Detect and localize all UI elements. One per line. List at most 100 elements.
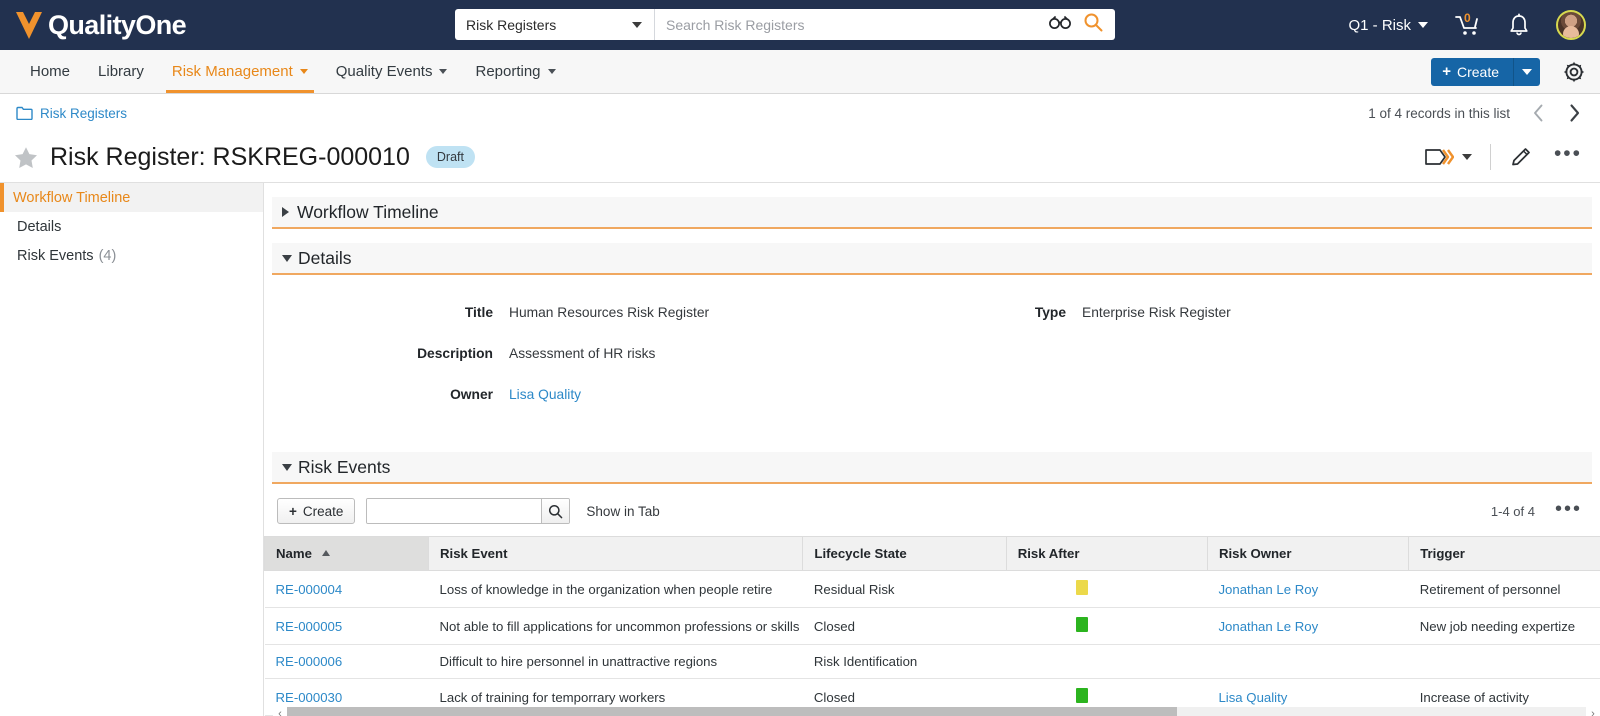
domain-selector[interactable]: Q1 - Risk — [1348, 17, 1428, 34]
section-header-risk-events[interactable]: Risk Events — [272, 452, 1592, 484]
section-sidebar: Workflow Timeline Details Risk Events (4… — [0, 183, 264, 716]
risk-event-link[interactable]: RE-000004 — [276, 582, 343, 597]
domain-label: Q1 - Risk — [1348, 16, 1411, 34]
field-value-link[interactable]: Lisa Quality — [509, 387, 581, 402]
nav-right-actions: + Create — [1431, 50, 1586, 93]
user-menu[interactable] — [1556, 10, 1586, 40]
create-risk-event-button[interactable]: + Create — [277, 498, 356, 524]
column-header-lifecycle-state[interactable]: Lifecycle State — [802, 536, 1007, 571]
risk-event-link[interactable]: RE-000006 — [276, 654, 343, 669]
cell-name[interactable]: RE-000005 — [264, 607, 429, 645]
cell-risk-owner[interactable] — [1207, 644, 1409, 679]
table-row: RE-000005 Not able to fill applications … — [264, 607, 1600, 645]
notifications-button[interactable] — [1508, 13, 1530, 37]
nav-label: Risk Management — [171, 63, 293, 80]
cell-risk-event: Difficult to hire personnel in unattract… — [428, 644, 803, 679]
risk-owner-link[interactable]: Jonathan Le Roy — [1218, 619, 1318, 634]
column-header-risk-event[interactable]: Risk Event — [428, 536, 804, 571]
details-left-column: Title Human Resources Risk Register Desc… — [264, 305, 932, 428]
breadcrumb[interactable]: Risk Registers — [16, 106, 127, 121]
sidebar-item-label: Details — [17, 218, 62, 235]
cart-button[interactable]: 0 — [1454, 11, 1482, 37]
field-value: Human Resources Risk Register — [509, 305, 710, 320]
search-icon[interactable] — [1083, 12, 1103, 37]
main-navigation: Home Library Risk Management Quality Eve… — [0, 50, 1600, 94]
edit-record-button[interactable] — [1509, 145, 1533, 169]
risk-owner-link[interactable]: Lisa Quality — [1218, 690, 1287, 705]
create-dropdown-button[interactable] — [1514, 57, 1540, 86]
plus-icon: + — [289, 503, 297, 519]
nav-item-library[interactable]: Library — [84, 50, 158, 93]
nav-item-risk-management[interactable]: Risk Management — [158, 50, 322, 93]
app-logo-text: QualityOne — [48, 9, 187, 40]
section-header-workflow-timeline[interactable]: Workflow Timeline — [272, 197, 1592, 229]
sidebar-item-risk-events[interactable]: Risk Events (4) — [0, 241, 263, 270]
nav-label: Quality Events — [335, 63, 433, 80]
scrollbar-track[interactable] — [287, 707, 1586, 716]
field-description: Description Assessment of HR risks — [264, 346, 932, 361]
risk-events-search-input[interactable] — [367, 499, 542, 523]
search-input[interactable] — [666, 16, 1049, 33]
app-logo[interactable]: QualityOne — [0, 9, 187, 41]
cell-name[interactable]: RE-000004 — [264, 570, 429, 608]
cell-lifecycle-state: Residual Risk — [802, 570, 1007, 608]
section-header-details[interactable]: Details — [272, 243, 1592, 275]
field-label: Description — [417, 346, 493, 361]
cell-name[interactable]: RE-000006 — [264, 644, 429, 679]
global-search: Risk Registers — [455, 9, 1115, 40]
scrollbar-thumb[interactable] — [287, 707, 1177, 716]
cell-risk-owner[interactable]: Jonathan Le Roy — [1207, 570, 1409, 608]
scroll-right-icon[interactable]: › — [1586, 708, 1600, 716]
content-area: Workflow Timeline Details Risk Events (4… — [0, 182, 1600, 716]
risk-event-link[interactable]: RE-000005 — [276, 619, 343, 634]
previous-record-button[interactable] — [1530, 103, 1546, 123]
search-scope-dropdown[interactable]: Risk Registers — [455, 9, 655, 40]
section-title: Risk Events — [298, 456, 391, 477]
risk-owner-link[interactable]: Jonathan Le Roy — [1218, 582, 1318, 597]
create-button-group: + Create — [1431, 57, 1540, 86]
triangle-right-icon — [282, 207, 289, 217]
details-body: Title Human Resources Risk Register Desc… — [264, 275, 1600, 452]
field-label: Title — [464, 305, 493, 320]
section-title: Workflow Timeline — [297, 201, 439, 222]
risk-color-swatch — [1076, 688, 1089, 703]
table-body: RE-000004 Loss of knowledge in the organ… — [264, 570, 1600, 716]
details-right-column: Type Enterprise Risk Register — [932, 305, 1600, 428]
nav-item-quality-events[interactable]: Quality Events — [322, 50, 462, 93]
column-header-trigger[interactable]: Trigger — [1408, 536, 1600, 571]
sidebar-item-workflow-timeline[interactable]: Workflow Timeline — [0, 183, 263, 212]
cell-risk-owner[interactable]: Jonathan Le Roy — [1207, 607, 1409, 645]
quality-one-v-icon — [16, 12, 42, 39]
create-button[interactable]: + Create — [1431, 57, 1514, 86]
column-header-name[interactable]: Name — [263, 536, 430, 571]
next-record-button[interactable] — [1566, 103, 1582, 123]
avatar — [1556, 10, 1586, 40]
section-title: Details — [298, 247, 352, 268]
show-in-tab-link[interactable]: Show in Tab — [586, 504, 659, 519]
horizontal-scrollbar[interactable]: ‹ › — [273, 705, 1600, 716]
sidebar-item-count: (4) — [98, 247, 117, 264]
field-label: Type — [1034, 305, 1066, 320]
nav-item-reporting[interactable]: Reporting — [461, 50, 569, 93]
risk-events-toolbar: + Create Show in Tab 1-4 of 4 ••• — [264, 484, 1600, 536]
record-more-menu[interactable]: ••• — [1554, 143, 1582, 165]
risk-event-link[interactable]: RE-000030 — [276, 690, 343, 705]
gear-icon — [1563, 61, 1585, 82]
sidebar-item-details[interactable]: Details — [0, 212, 263, 241]
field-value: Enterprise Risk Register — [1082, 305, 1231, 320]
column-header-risk-after[interactable]: Risk After — [1006, 536, 1208, 571]
column-header-risk-owner[interactable]: Risk Owner — [1207, 536, 1410, 571]
risk-events-more-menu[interactable]: ••• — [1555, 499, 1582, 519]
favorite-star-button[interactable] — [14, 146, 38, 169]
binoculars-icon[interactable] — [1049, 15, 1071, 34]
risk-color-swatch — [1076, 580, 1089, 595]
cell-trigger: Retirement of personnel — [1408, 570, 1600, 608]
workflow-action-button[interactable] — [1424, 147, 1472, 167]
settings-button[interactable] — [1562, 60, 1586, 84]
scroll-left-icon[interactable]: ‹ — [273, 708, 287, 716]
nav-item-home[interactable]: Home — [16, 50, 84, 93]
risk-events-search-button[interactable] — [541, 499, 570, 523]
risk-events-pagination: 1-4 of 4 ••• — [1491, 499, 1582, 519]
